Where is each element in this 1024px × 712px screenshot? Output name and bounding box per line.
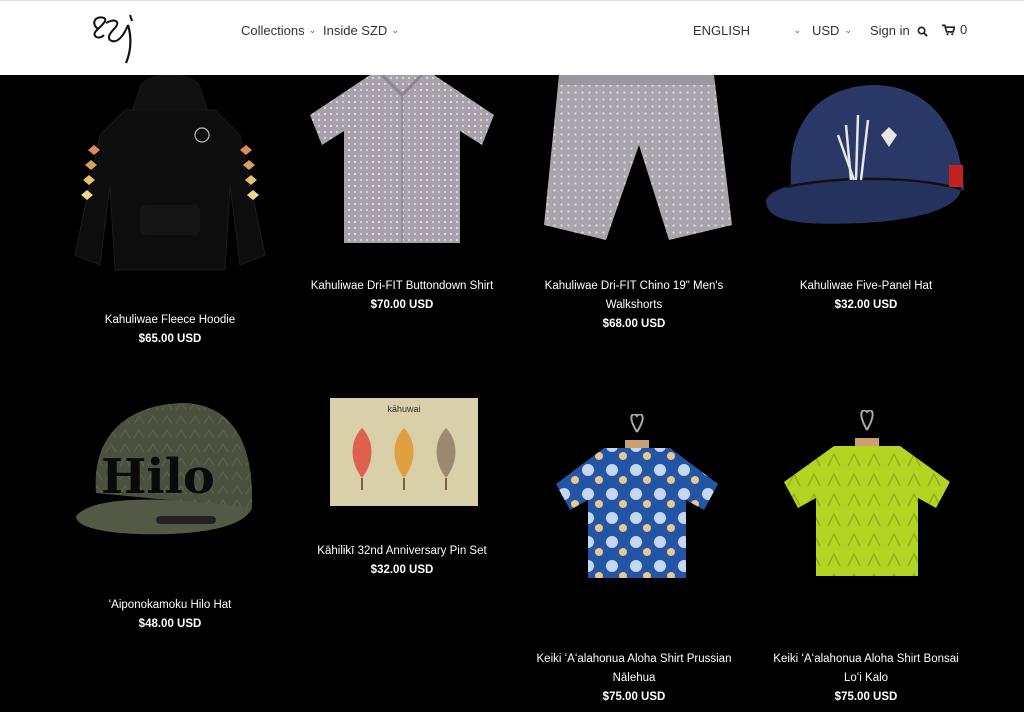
nav-inside-szd-label: Inside SZD (323, 23, 388, 38)
product-title[interactable]: ʻAiponokamoku Hilo Hat (70, 596, 270, 615)
product-card[interactable]: Kahuliwae Dri-FIT Chino 19" Men's Walksh… (534, 75, 734, 345)
product-image-buttondown-shirt[interactable] (310, 75, 494, 243)
language-value: ENGLISH (693, 23, 751, 38)
nav-collections-label: Collections (241, 23, 305, 38)
nav-collections[interactable]: Collections ⌄ (241, 23, 316, 38)
product-image-pin-set[interactable]: kāhuwai (330, 398, 478, 506)
product-image-walkshorts[interactable] (544, 75, 734, 240)
hat-hilo-text: Hilo (101, 449, 215, 505)
product-price: $32.00 USD (834, 299, 898, 311)
product-title[interactable]: Kāhilikī 32nd Anniversary Pin Set (302, 542, 502, 561)
product-price: $65.00 USD (138, 333, 202, 345)
product-image-hilo-hat[interactable]: Hilo (76, 398, 256, 538)
product-title[interactable]: Kahuliwae Fleece Hoodie (70, 311, 270, 330)
brand-logo[interactable] (84, 9, 144, 67)
product-price: $68.00 USD (602, 318, 666, 330)
product-title[interactable]: Keiki ʻAʻalahonua Aloha Shirt Prussian N… (534, 650, 734, 688)
cart-link[interactable]: 0 (942, 22, 967, 37)
currency-select[interactable]: USD ⌄ (812, 23, 852, 38)
product-title[interactable]: Kahuliwae Five-Panel Hat (766, 277, 966, 296)
pin-card-label: kāhuwai (387, 404, 420, 414)
product-image-hoodie[interactable] (70, 75, 270, 275)
product-title[interactable]: Keiki ʻAʻalahonua Aloha Shirt Bonsai Loʻ… (766, 650, 966, 688)
site-header: Collections ⌄ Inside SZD ⌄ ENGLISH ⌄ USD… (0, 0, 1024, 75)
product-card[interactable]: Kahuliwae Fleece Hoodie $65.00 USD (70, 75, 270, 350)
sign-in-label: Sign in (870, 23, 910, 38)
cart-icon (942, 24, 955, 35)
product-card[interactable]: Kahuliwae Dri-FIT Buttondown Shirt $70.0… (302, 75, 502, 325)
product-price: $70.00 USD (370, 299, 434, 311)
search-icon[interactable] (917, 26, 928, 37)
chevron-down-icon: ⌄ (793, 25, 801, 35)
chevron-down-icon: ⌄ (308, 25, 317, 35)
product-card[interactable]: Hilo ʻAiponokamoku Hilo Hat $48.00 USD (70, 398, 270, 638)
product-price: $32.00 USD (370, 564, 434, 576)
currency-value: USD (812, 23, 840, 38)
product-card[interactable]: Keiki ʻAʻalahonua Aloha Shirt Prussian N… (534, 398, 734, 712)
sign-in-link[interactable]: Sign in (870, 23, 910, 38)
product-title[interactable]: Kahuliwae Dri-FIT Buttondown Shirt (302, 277, 502, 296)
product-price: $75.00 USD (602, 691, 666, 703)
product-price: $75.00 USD (834, 691, 898, 703)
product-price: $48.00 USD (138, 618, 202, 630)
cart-count: 0 (960, 22, 968, 37)
chevron-down-icon: ⌄ (844, 25, 852, 35)
product-card[interactable]: Keiki ʻAʻalahonua Aloha Shirt Bonsai Loʻ… (766, 398, 966, 712)
language-select[interactable]: ENGLISH ⌄ (693, 23, 801, 38)
product-image-keiki-shirt-prussian[interactable] (556, 414, 718, 580)
nav-inside-szd[interactable]: Inside SZD ⌄ (323, 23, 399, 38)
product-card[interactable]: Kahuliwae Five-Panel Hat $32.00 USD (766, 75, 966, 325)
product-image-keiki-shirt-bonsai[interactable] (784, 410, 950, 578)
product-image-five-panel-hat[interactable] (766, 75, 966, 230)
product-card[interactable]: kāhuwai Kāhilikī 32nd Anniversary Pin Se… (302, 398, 502, 598)
product-title[interactable]: Kahuliwae Dri-FIT Chino 19" Men's Walksh… (534, 277, 734, 315)
chevron-down-icon: ⌄ (391, 25, 399, 35)
